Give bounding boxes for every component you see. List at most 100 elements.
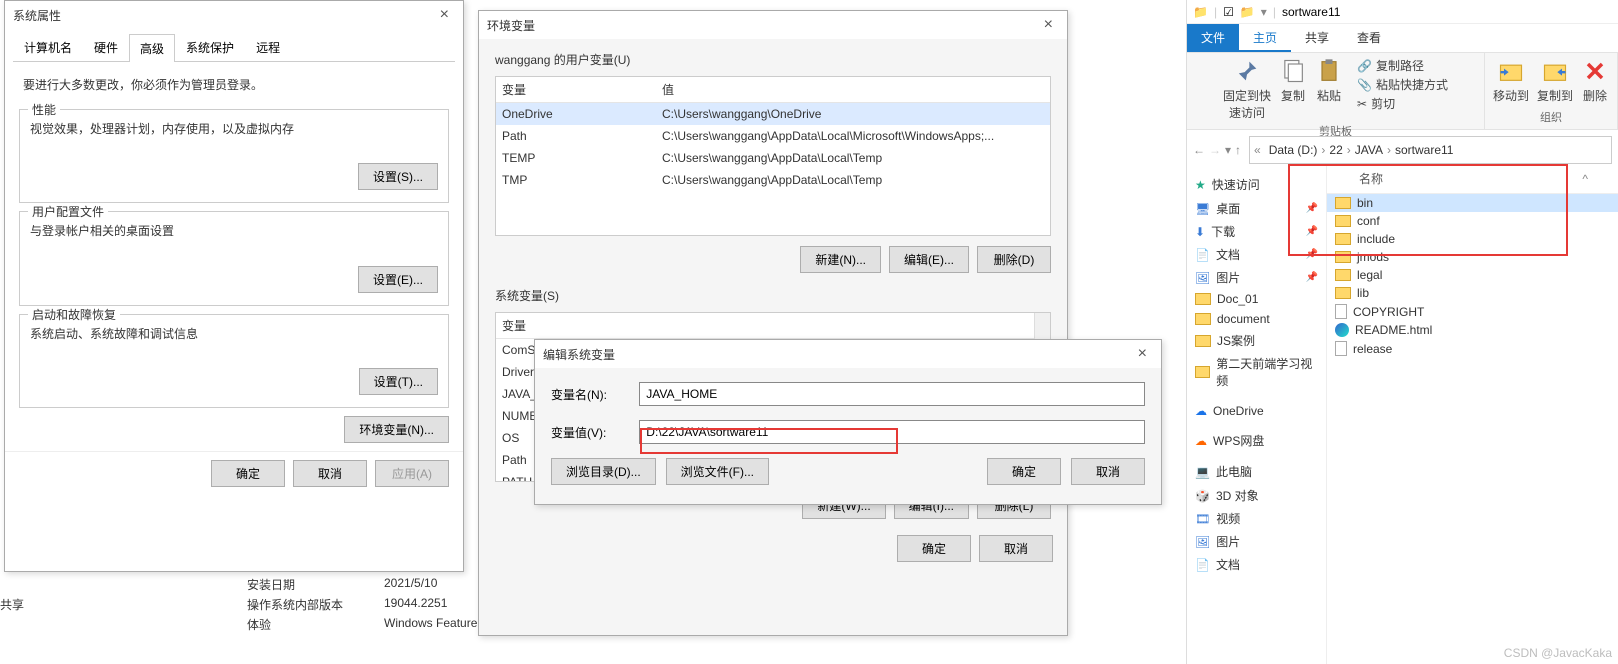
delete-button[interactable]: 删除: [1581, 57, 1609, 104]
nav-document[interactable]: document: [1191, 309, 1322, 329]
nav-video[interactable]: 🎞视频: [1191, 507, 1322, 530]
titlebar[interactable]: 系统属性 ×: [5, 1, 463, 29]
edit-sysvar-dialog: 编辑系统变量 × 变量名(N): 变量值(V): 浏览目录(D)... 浏览文件…: [534, 339, 1162, 505]
tab-hardware[interactable]: 硬件: [83, 33, 129, 61]
crumb[interactable]: Data (D:): [1265, 143, 1322, 157]
startup-settings-button[interactable]: 设置(T)...: [359, 368, 438, 395]
nav-thispc[interactable]: 💻此电脑: [1191, 459, 1322, 484]
user-delete-button[interactable]: 删除(D): [977, 246, 1051, 273]
up-icon[interactable]: ↑: [1235, 143, 1241, 157]
nav-wps[interactable]: ☁WPS网盘: [1191, 428, 1322, 453]
table-row[interactable]: PathC:\Users\wanggang\AppData\Local\Micr…: [496, 125, 1050, 147]
list-item[interactable]: COPYRIGHT: [1327, 302, 1618, 321]
table-row[interactable]: TEMPC:\Users\wanggang\AppData\Local\Temp: [496, 147, 1050, 169]
var-name-input[interactable]: [639, 382, 1145, 406]
ok-button[interactable]: 确定: [897, 535, 971, 562]
nav-3d[interactable]: 🎲3D 对象: [1191, 484, 1322, 507]
profile-settings-button[interactable]: 设置(E)...: [358, 266, 438, 293]
tab-file[interactable]: 文件: [1187, 24, 1239, 52]
bg-experience: 体验: [247, 616, 271, 633]
ok-button[interactable]: 确定: [987, 458, 1061, 485]
nav-doc01[interactable]: Doc_01: [1191, 289, 1322, 309]
move-to-button[interactable]: 移动到: [1493, 57, 1529, 104]
col-name[interactable]: 名称: [1351, 164, 1391, 193]
chevron-left-icon[interactable]: «: [1254, 143, 1261, 157]
crumb[interactable]: JAVA: [1351, 143, 1387, 157]
cut-button[interactable]: ✂剪切: [1357, 95, 1448, 112]
table-row[interactable]: TMPC:\Users\wanggang\AppData\Local\Temp: [496, 169, 1050, 191]
history-icon[interactable]: ▾: [1225, 143, 1231, 157]
list-item[interactable]: jmods: [1327, 248, 1618, 266]
sort-indicator-icon[interactable]: ^: [1552, 172, 1618, 186]
col-var[interactable]: 变量: [496, 313, 656, 338]
cancel-button[interactable]: 取消: [293, 460, 367, 487]
env-vars-button[interactable]: 环境变量(N)...: [344, 416, 449, 443]
nav-quick-access[interactable]: ★快速访问: [1191, 172, 1322, 197]
tab-sysprotect[interactable]: 系统保护: [175, 33, 245, 61]
file-icon: [1335, 341, 1347, 356]
nav-pics2[interactable]: 🖼图片: [1191, 530, 1322, 553]
browse-file-button[interactable]: 浏览文件(F)...: [666, 458, 769, 485]
file-list-header[interactable]: 名称 ^: [1327, 164, 1618, 194]
perf-settings-button[interactable]: 设置(S)...: [358, 163, 438, 190]
nav-desktop[interactable]: 🖥桌面📌: [1191, 197, 1322, 220]
back-icon[interactable]: ←: [1193, 143, 1205, 157]
nav-study[interactable]: 第二天前端学习视频: [1191, 352, 1322, 392]
tab-home[interactable]: 主页: [1239, 24, 1291, 52]
copy-path-button[interactable]: 🔗复制路径: [1357, 57, 1448, 74]
user-new-button[interactable]: 新建(N)...: [800, 246, 881, 273]
tab-advanced[interactable]: 高级: [129, 34, 175, 62]
close-icon[interactable]: ×: [1132, 345, 1153, 363]
window-title: 编辑系统变量: [543, 346, 1132, 363]
nav-js[interactable]: JS案例: [1191, 329, 1322, 352]
cancel-button[interactable]: 取消: [1071, 458, 1145, 485]
list-item[interactable]: legal: [1327, 266, 1618, 284]
tab-remote[interactable]: 远程: [245, 33, 291, 61]
list-item[interactable]: README.html: [1327, 321, 1618, 339]
paste-button[interactable]: 粘贴: [1315, 57, 1343, 104]
pin-button[interactable]: 固定到快 速访问: [1223, 57, 1271, 121]
close-icon[interactable]: ×: [1038, 16, 1059, 34]
group-startup: 启动和故障恢复 系统启动、系统故障和调试信息 设置(T)...: [19, 314, 449, 408]
tab-share[interactable]: 共享: [1291, 24, 1343, 52]
nav-onedrive[interactable]: ☁OneDrive: [1191, 400, 1322, 422]
copy-to-button[interactable]: 复制到: [1537, 57, 1573, 104]
file-icon: [1335, 304, 1347, 319]
nav-pictures[interactable]: 🖼图片📌: [1191, 266, 1322, 289]
cancel-button[interactable]: 取消: [979, 535, 1053, 562]
nav-documents[interactable]: 📄文档📌: [1191, 243, 1322, 266]
chevron-down-icon[interactable]: ▾: [1261, 5, 1267, 19]
list-item[interactable]: release: [1327, 339, 1618, 358]
close-icon[interactable]: ×: [434, 6, 455, 24]
ok-button[interactable]: 确定: [211, 460, 285, 487]
breadcrumb[interactable]: « Data (D:)› 22› JAVA› sortware11: [1249, 136, 1612, 164]
user-vars-table[interactable]: 变量 值 OneDriveC:\Users\wanggang\OneDrive …: [495, 76, 1051, 236]
copy-button[interactable]: 复制: [1279, 57, 1307, 104]
col-var[interactable]: 变量: [496, 77, 656, 102]
list-item[interactable]: conf: [1327, 212, 1618, 230]
titlebar[interactable]: 编辑系统变量 ×: [535, 340, 1161, 368]
legend-startup: 启动和故障恢复: [28, 306, 120, 323]
nav-downloads[interactable]: ⬇下载📌: [1191, 220, 1322, 243]
col-val[interactable]: 值: [656, 77, 1050, 102]
list-item[interactable]: bin: [1327, 194, 1618, 212]
list-item[interactable]: include: [1327, 230, 1618, 248]
user-edit-button[interactable]: 编辑(E)...: [889, 246, 969, 273]
forward-icon[interactable]: →: [1209, 143, 1221, 157]
table-row[interactable]: OneDriveC:\Users\wanggang\OneDrive: [496, 103, 1050, 125]
apply-button[interactable]: 应用(A): [375, 460, 449, 487]
tab-computer-name[interactable]: 计算机名: [13, 33, 83, 61]
list-item[interactable]: lib: [1327, 284, 1618, 302]
crumb[interactable]: 22: [1325, 143, 1346, 157]
nav-docs2[interactable]: 📄文档: [1191, 553, 1322, 576]
tab-view[interactable]: 查看: [1343, 24, 1395, 52]
var-value-input[interactable]: [639, 420, 1145, 444]
paste-shortcut-button[interactable]: 📎粘贴快捷方式: [1357, 76, 1448, 93]
browse-dir-button[interactable]: 浏览目录(D)...: [551, 458, 656, 485]
crumb[interactable]: sortware11: [1391, 143, 1457, 157]
window-title: 系统属性: [13, 7, 434, 24]
file-pane[interactable]: 名称 ^ bin conf include jmods legal lib CO…: [1327, 164, 1618, 664]
checkbox-icon[interactable]: ☑: [1223, 5, 1234, 19]
nav-pane[interactable]: ★快速访问 🖥桌面📌 ⬇下载📌 📄文档📌 🖼图片📌 Doc_01 documen…: [1187, 164, 1327, 664]
titlebar[interactable]: 环境变量 ×: [479, 11, 1067, 39]
